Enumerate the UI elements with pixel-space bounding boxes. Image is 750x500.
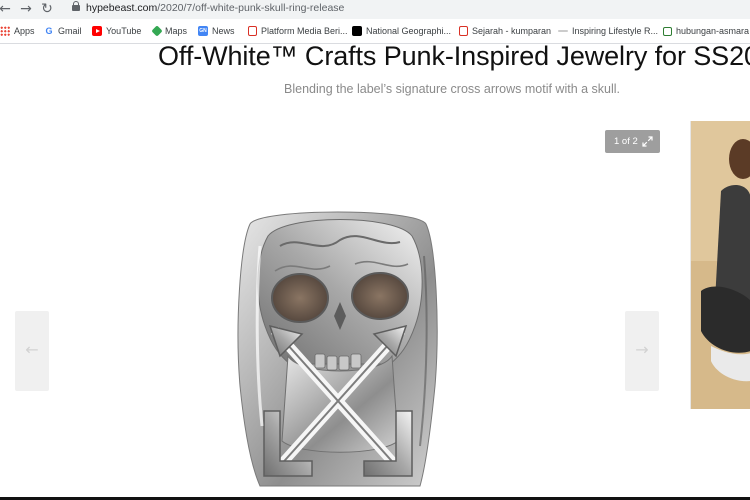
bookmark-label: hubungan-asmara s	[676, 26, 750, 36]
kumparan-icon	[459, 26, 468, 36]
expand-icon[interactable]	[642, 136, 653, 147]
kumparan-icon	[248, 26, 257, 36]
bookmark-apps[interactable]: Apps	[0, 24, 35, 38]
bookmark-label: Inspiring Lifestyle R...	[572, 26, 659, 36]
bookmark-label: Gmail	[58, 26, 82, 36]
lock-icon[interactable]	[72, 1, 80, 11]
bookmark-sejarah[interactable]: Sejarah - kumparan	[459, 24, 551, 38]
url-path: /2020/7/off-white-punk-skull-ring-releas…	[157, 2, 345, 14]
arrow-right-icon: →	[635, 340, 649, 359]
bookmark-natgeo[interactable]: National Geographi...	[352, 24, 451, 38]
address-bar-row: ← → ↻ hypebeast.com/2020/7/off-white-pun…	[0, 0, 750, 19]
skull-ring-image	[237, 211, 438, 487]
natgeo-icon	[352, 26, 362, 36]
maps-pin-icon	[151, 25, 163, 37]
next-slide-photo[interactable]	[690, 121, 750, 409]
youtube-icon	[92, 26, 102, 36]
forward-arrow-icon[interactable]: →	[18, 1, 34, 17]
bookmark-gmail[interactable]: G Gmail	[44, 24, 82, 38]
bookmark-news[interactable]: GN News	[198, 24, 235, 38]
bookmark-label: YouTube	[106, 26, 142, 36]
reload-icon[interactable]: ↻	[39, 1, 55, 17]
article-subtitle: Blending the label’s signature cross arr…	[284, 82, 621, 96]
bookmark-label: Apps	[14, 26, 35, 36]
google-icon: G	[44, 26, 54, 36]
lifestyle-icon	[558, 30, 568, 32]
browser-chrome: ← → ↻ hypebeast.com/2020/7/off-white-pun…	[0, 0, 750, 44]
bookmark-hubungan-asmara[interactable]: hubungan-asmara s	[663, 24, 750, 38]
gallery-counter[interactable]: 1 of 2	[605, 130, 660, 153]
arrow-left-icon: ←	[25, 340, 39, 359]
url-host: hypebeast.com	[86, 2, 158, 14]
bookmark-label: National Geographi...	[366, 26, 452, 36]
bookmark-maps[interactable]: Maps	[151, 24, 188, 38]
gallery-prev-button[interactable]: ←	[15, 311, 49, 391]
apps-grid-icon	[0, 26, 10, 36]
bookmark-label: News	[212, 26, 235, 36]
bookmark-youtube[interactable]: YouTube	[92, 24, 141, 38]
bookmark-label: Sejarah - kumparan	[472, 26, 552, 36]
site-icon	[663, 26, 672, 36]
bookmark-label: Maps	[165, 26, 188, 36]
news-icon: GN	[198, 26, 208, 36]
address-bar[interactable]: hypebeast.com/2020/7/off-white-punk-skul…	[60, 0, 750, 18]
bookmark-label: Platform Media Beri...	[261, 26, 348, 36]
gallery-counter-text: 1 of 2	[614, 136, 638, 147]
article-title: Off-White™ Crafts Punk-Inspired Jewelry …	[158, 41, 750, 71]
bookmark-platform-media[interactable]: Platform Media Beri...	[248, 24, 348, 38]
bookmark-inspiring-lifestyle[interactable]: Inspiring Lifestyle R...	[558, 24, 658, 38]
back-arrow-icon[interactable]: ←	[0, 1, 13, 17]
gallery-next-button[interactable]: →	[625, 311, 659, 391]
url-text[interactable]: hypebeast.com/2020/7/off-white-punk-skul…	[86, 2, 344, 14]
